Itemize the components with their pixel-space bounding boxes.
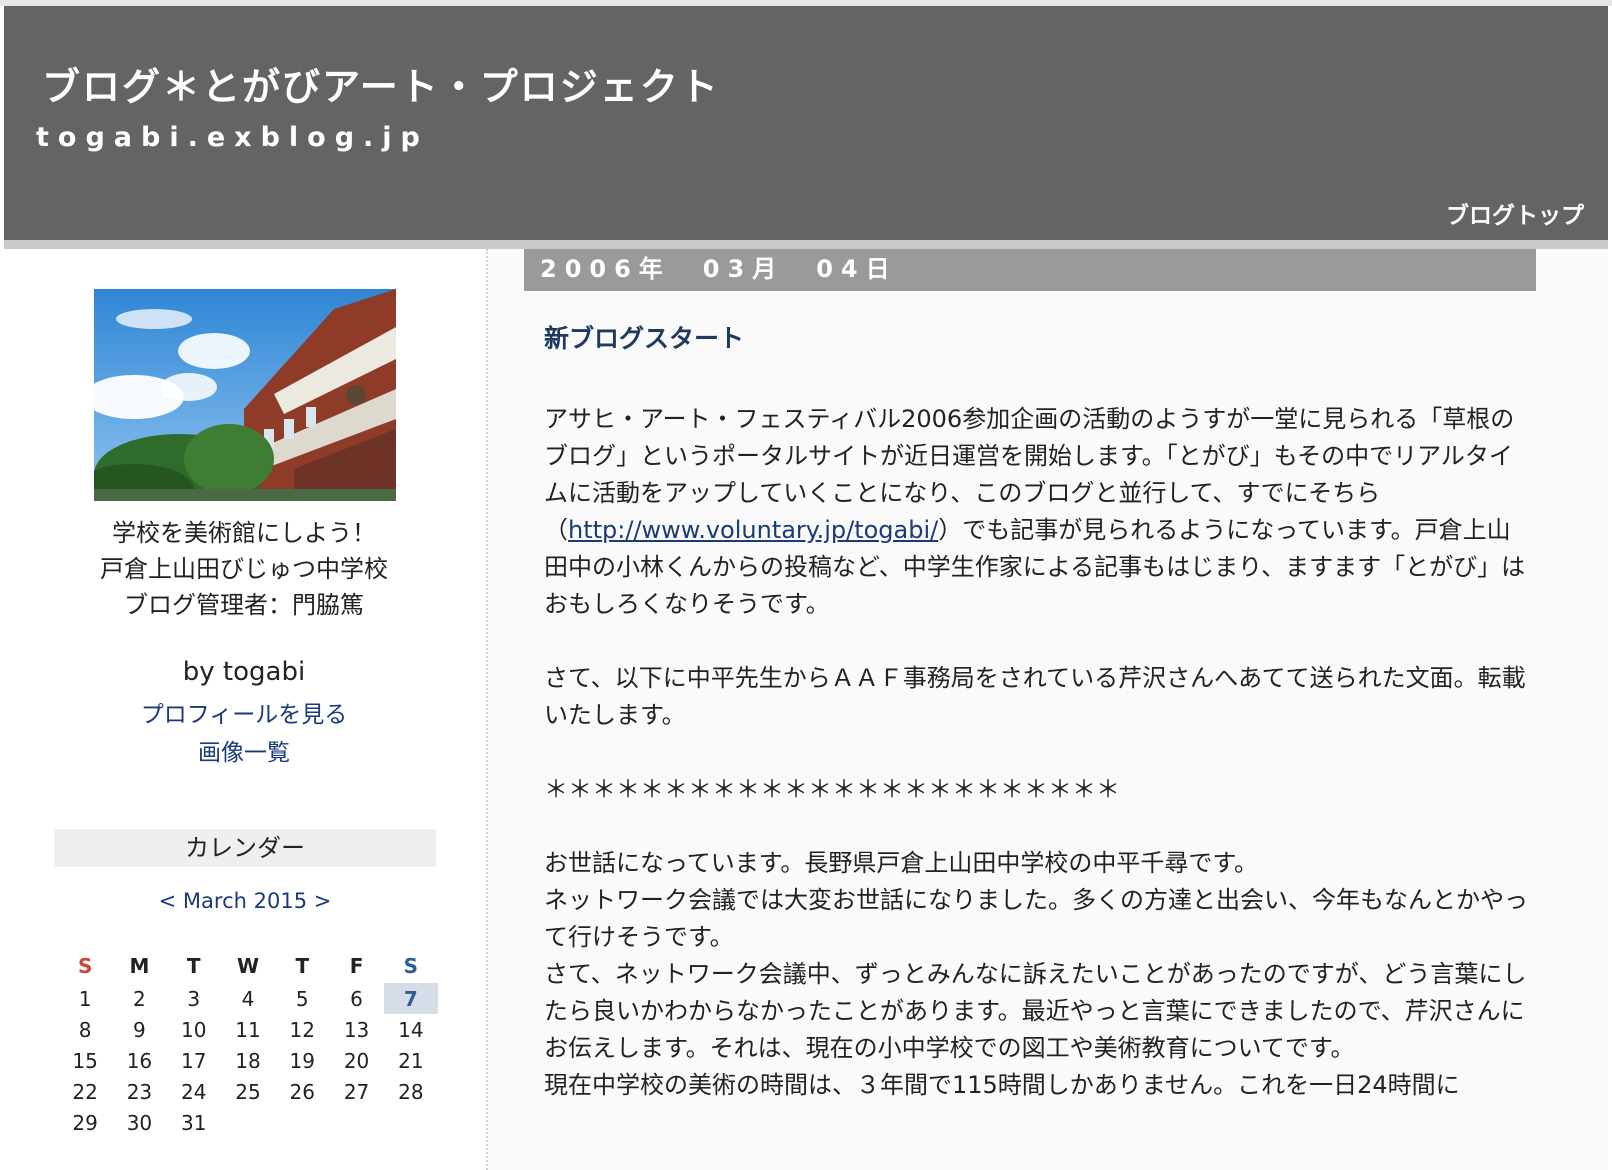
post-paragraph: 現在中学校の美術の時間は、３年間で115時間しかありません。これを一日24時間に [544,1071,1460,1099]
weekday-header: T [186,954,201,978]
calendar-day: 9 [133,1017,146,1042]
calendar-day: 23 [126,1079,153,1104]
calendar-day: 19 [289,1048,315,1073]
header-underline [4,240,1608,249]
profile-photo[interactable] [94,289,396,501]
images-list-link[interactable]: 画像一覧 [54,733,434,767]
post-body: アサヒ・アート・フェスティバル2006参加企画の活動のようすが一堂に見られる「草… [544,401,1534,1104]
calendar-week-row: 29 30 31 [58,1107,438,1138]
main-content: 2006年 03月 04日 新ブログスタート アサヒ・アート・フェスティバル20… [488,249,1608,1170]
calendar-day: 28 [398,1079,424,1104]
calendar-day-today[interactable]: 7 [383,983,438,1014]
post-separator: ＊＊＊＊＊＊＊＊＊＊＊＊＊＊＊＊＊＊＊＊＊＊＊＊ [544,775,1120,803]
calendar-day: 27 [343,1079,370,1104]
calendar-day: 17 [180,1048,207,1073]
post-title[interactable]: 新ブログスタート [544,319,744,355]
calendar-day: 25 [235,1079,261,1104]
calendar-week-row: 22 23 24 25 26 27 28 [58,1076,438,1107]
calendar-day: 30 [126,1110,153,1135]
calendar-day: 26 [289,1079,315,1104]
calendar-weekday-row: S M T W T F S [58,949,438,983]
calendar-day: 13 [343,1017,370,1042]
weekday-header: W [236,954,260,978]
post-date-bar: 2006年 03月 04日 [524,249,1536,291]
calendar-day: 2 [133,986,146,1011]
post-paragraph: さて、以下に中平先生からＡＡＦ事務局をされている芹沢さんへあてて送られた文面。転… [544,664,1526,729]
profile-byline: by togabi [182,657,306,687]
calendar-day: 16 [126,1048,153,1073]
calendar-day: 21 [398,1048,424,1073]
calendar-heading: カレンダー [54,829,436,867]
calendar-day: 29 [72,1110,98,1135]
calendar-next-link[interactable]: > [314,889,332,913]
calendar-day: 14 [398,1017,424,1042]
calendar-day: 24 [180,1079,207,1104]
calendar-day: 11 [235,1017,261,1042]
profile-link[interactable]: プロフィールを見る [54,695,434,729]
calendar-day: 3 [187,986,201,1011]
calendar-day [275,1107,329,1138]
calendar-day [221,1107,275,1138]
calendar-prev-link[interactable]: < [159,889,177,913]
calendar-nav: < March 2015 > [54,889,436,913]
weekday-header: T [295,954,310,978]
weekday-header: S [77,954,93,978]
calendar-day: 15 [72,1048,98,1073]
calendar-day [329,1107,383,1138]
weekday-header: M [129,954,150,978]
calendar-day: 22 [72,1079,98,1104]
calendar-day: 8 [78,1017,92,1042]
calendar-day: 12 [289,1017,315,1042]
calendar-day [384,1107,438,1138]
voluntary-link[interactable]: http://www.voluntary.jp/togabi/ [568,516,938,544]
post-paragraph: さて、ネットワーク会議中、ずっとみんなに訴えたいことがあったのですが、どう言葉に… [544,960,1527,1062]
calendar-day: 6 [350,986,363,1011]
blog-title[interactable]: ブログ＊とがびアート・プロジェクト [42,56,720,111]
calendar-day: 1 [78,986,92,1011]
blog-header: ブログ＊とがびアート・プロジェクト togabi.exblog.jp ブログトッ… [4,6,1608,240]
post-paragraph: ネットワーク会議では大変お世話になりました。多くの方達と出会い、今年もなんとかや… [544,886,1528,951]
sidebar: 学校を美術館にしよう！ 戸倉上山田びじゅつ中学校 ブログ管理者：門脇篤 by t… [0,249,496,1170]
weekday-header: S [403,954,419,978]
calendar-day: 4 [241,986,255,1011]
calendar-day: 31 [180,1110,207,1135]
calendar-week-row: 15 16 17 18 19 20 21 [58,1045,438,1076]
post-paragraph: お世話になっています。長野県戸倉上山田中学校の中平千尋です。 [544,849,1258,877]
weekday-header: F [349,954,364,978]
calendar-week-row: 8 9 10 11 12 13 14 [58,1014,438,1045]
calendar-month-label[interactable]: March 2015 [183,889,307,913]
calendar-day: 20 [343,1048,370,1073]
blog-url: togabi.exblog.jp [36,122,429,153]
calendar-week-row: 1 2 3 4 5 6 7 [58,983,438,1014]
blog-top-link[interactable]: ブログトップ [1446,196,1584,230]
calendar-table: S M T W T F S 1 2 3 4 5 6 7 8 9 10 11 12… [58,949,438,1138]
post-paragraph: アサヒ・アート・フェスティバル2006参加企画の活動のようすが一堂に見られる「草… [544,401,1534,623]
calendar-day: 18 [235,1048,261,1073]
calendar-day: 5 [295,986,309,1011]
profile-description: 学校を美術館にしよう！ 戸倉上山田びじゅつ中学校 ブログ管理者：門脇篤 [100,519,496,619]
calendar-day: 10 [180,1017,207,1042]
